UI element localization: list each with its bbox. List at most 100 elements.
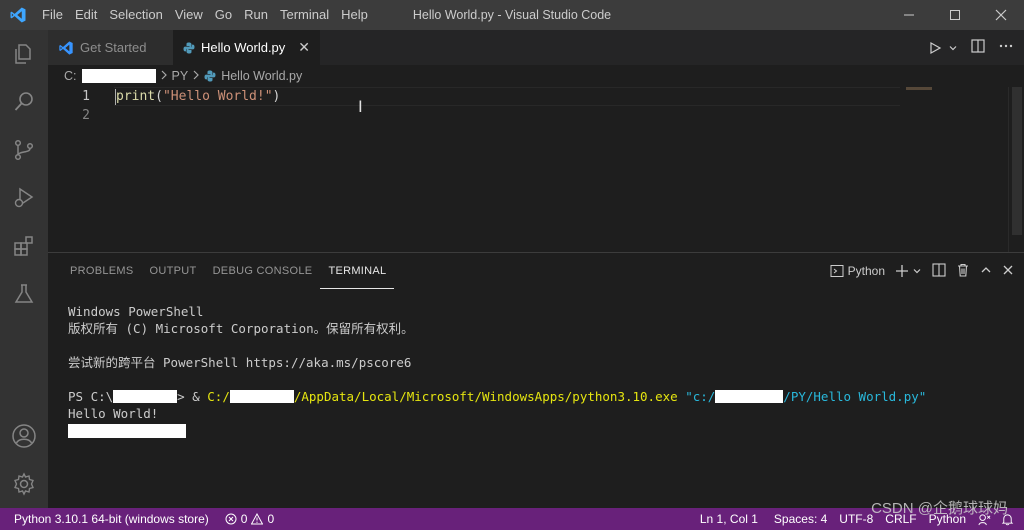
testing-icon[interactable] — [0, 270, 48, 318]
menu-go[interactable]: Go — [209, 0, 238, 30]
menu-selection[interactable]: Selection — [103, 0, 168, 30]
line-number: 2 — [82, 108, 90, 123]
minimize-icon — [904, 14, 914, 16]
window-controls — [886, 0, 1024, 30]
trash-icon — [958, 263, 968, 277]
tab-hello-world-py[interactable]: Hello World.py ✕ — [173, 30, 320, 65]
close-window-button[interactable] — [978, 0, 1024, 30]
problems-indicator[interactable]: 0 0 — [217, 512, 282, 526]
menu-bar: File Edit Selection View Go Run Terminal… — [36, 0, 374, 30]
chevron-up-icon — [981, 266, 991, 272]
maximize-panel-button[interactable] — [980, 264, 992, 279]
redacted-block — [81, 69, 156, 83]
editor-tabs: Get Started Hello World.py ✕ — [48, 30, 1024, 65]
tab-output[interactable]: OUTPUT — [142, 253, 205, 289]
python-icon — [204, 70, 216, 82]
settings-gear-icon[interactable] — [0, 460, 48, 508]
close-icon — [1003, 265, 1013, 274]
ibeam-cursor-icon: Ι — [358, 97, 363, 116]
plus-icon — [896, 265, 908, 277]
account-icon[interactable] — [0, 412, 48, 460]
error-icon — [225, 513, 237, 525]
menu-help[interactable]: Help — [335, 0, 374, 30]
ellipsis-icon — [999, 44, 1013, 48]
split-editor-button[interactable] — [970, 38, 986, 57]
split-editor-icon — [971, 39, 985, 53]
menu-view[interactable]: View — [169, 0, 209, 30]
terminal-line — [68, 422, 1008, 439]
maximize-icon — [950, 10, 960, 20]
editor-actions — [928, 30, 1014, 65]
minimize-button[interactable] — [886, 0, 932, 30]
activity-bar — [0, 30, 48, 508]
scrollbar-thumb[interactable] — [1012, 87, 1022, 235]
redacted-block — [68, 423, 186, 438]
arg-path: /PY/Hello World.py" — [783, 389, 927, 404]
close-tab-icon[interactable]: ✕ — [298, 39, 310, 56]
token-punctuation: ( — [155, 89, 163, 104]
chevron-right-icon — [160, 69, 168, 83]
redacted-block — [715, 390, 784, 403]
maximize-button[interactable] — [932, 0, 978, 30]
kill-terminal-button[interactable] — [956, 263, 970, 280]
breadcrumb-file[interactable]: Hello World.py — [204, 69, 302, 83]
tab-label: Hello World.py — [201, 40, 286, 55]
vscode-logo-icon — [0, 0, 36, 30]
python-icon — [183, 42, 195, 54]
title-bar: File Edit Selection View Go Run Terminal… — [0, 0, 1024, 30]
split-terminal-button[interactable] — [932, 262, 946, 280]
explorer-icon[interactable] — [0, 30, 48, 78]
extensions-icon[interactable] — [0, 222, 48, 270]
prompt-prefix: PS C:\ — [68, 389, 114, 404]
warning-icon — [251, 513, 264, 525]
menu-edit[interactable]: Edit — [69, 0, 103, 30]
chevron-down-icon — [913, 269, 921, 274]
split-terminal-icon — [932, 262, 946, 277]
run-python-file-button[interactable] — [928, 41, 958, 55]
tab-terminal[interactable]: TERMINAL — [320, 253, 395, 289]
more-actions-button[interactable] — [998, 38, 1014, 57]
breadcrumb-folder[interactable]: PY — [172, 69, 189, 83]
watermark: CSDN @企鹅球球妈 — [871, 500, 1008, 517]
menu-run[interactable]: Run — [238, 0, 274, 30]
tab-debug-console[interactable]: DEBUG CONSOLE — [205, 253, 321, 289]
arg-prefix: "c:/ — [685, 389, 716, 404]
token-string: "Hello World!" — [162, 89, 273, 104]
editor-scrollbar[interactable] — [1008, 87, 1024, 252]
token-function: print — [116, 89, 156, 104]
terminal-line: Hello World! — [68, 406, 159, 421]
breadcrumb-drive-label: C: — [64, 69, 77, 83]
terminal-selector[interactable]: Python — [830, 264, 885, 278]
redacted-block — [229, 390, 294, 403]
code-line: print("Hello World!") — [116, 87, 280, 106]
chevron-right-icon — [192, 69, 200, 83]
chevron-down-icon — [949, 45, 957, 50]
python-interpreter[interactable]: Python 3.10.1 64-bit (windows store) — [0, 512, 217, 526]
terminal-line: 尝试新的跨平台 PowerShell https://aka.ms/pscore… — [68, 355, 412, 370]
tab-get-started[interactable]: Get Started — [48, 30, 173, 65]
search-icon[interactable] — [0, 78, 48, 126]
cursor-position[interactable]: Ln 1, Col 1 — [690, 512, 768, 526]
tab-problems[interactable]: PROBLEMS — [62, 253, 142, 289]
tab-label: Get Started — [80, 40, 147, 55]
new-terminal-button[interactable] — [895, 264, 922, 278]
breadcrumb: C: PY Hello World.py — [48, 65, 1008, 87]
terminal-command-line: PS C:\ > & C:/ /AppData/Local/Microsoft/Wi… — [68, 388, 1008, 405]
menu-file[interactable]: File — [36, 0, 69, 30]
minimap[interactable] — [906, 87, 932, 90]
terminal-icon — [830, 265, 844, 277]
line-number: 1 — [82, 89, 90, 104]
menu-terminal[interactable]: Terminal — [274, 0, 335, 30]
bottom-panel: PROBLEMS OUTPUT DEBUG CONSOLE TERMINAL P… — [48, 252, 1024, 508]
text-cursor — [115, 89, 116, 105]
run-debug-icon[interactable] — [0, 174, 48, 222]
code-editor[interactable]: 1 2 print("Hello World!") Ι — [48, 87, 1008, 252]
indentation[interactable]: Spaces: 4 — [768, 512, 833, 526]
source-control-icon[interactable] — [0, 126, 48, 174]
close-panel-button[interactable] — [1002, 264, 1014, 279]
panel-actions: Python — [830, 253, 1014, 289]
terminal-output[interactable]: Windows PowerShell 版权所有 (C) Microsoft Co… — [68, 303, 1008, 439]
breadcrumb-drive[interactable]: C: — [64, 69, 156, 83]
run-icon — [930, 41, 942, 54]
